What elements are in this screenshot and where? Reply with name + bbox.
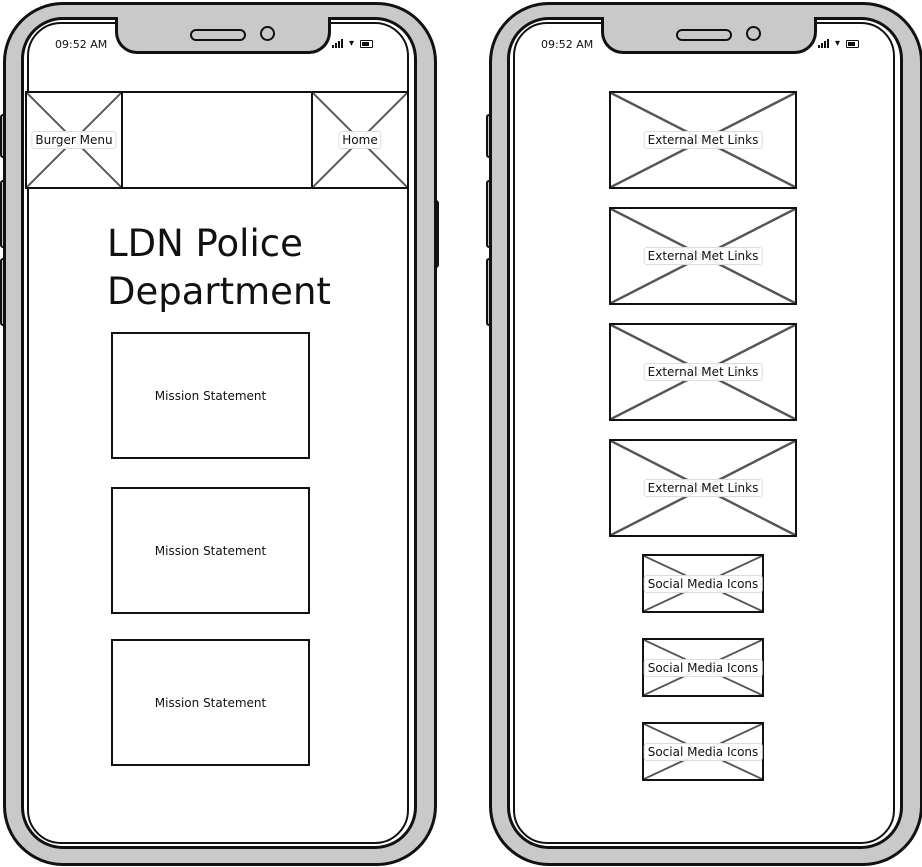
mission-statement-label: Mission Statement — [154, 388, 267, 403]
page-title: LDN Police Department — [107, 220, 331, 316]
social-media-label: Social Media Icons — [643, 658, 763, 677]
social-media-placeholder[interactable]: Social Media Icons — [642, 554, 764, 613]
phone-mockup-home: 09:52 AM ▾ Burger Menu Home LDN Police D… — [0, 2, 439, 866]
phone-mockup-links: 09:52 AM ▾ External Met Links External M… — [486, 2, 922, 866]
home-placeholder[interactable]: Home — [311, 91, 409, 189]
burger-menu-label: Burger Menu — [31, 131, 117, 149]
mission-statement-box: Mission Statement — [111, 487, 310, 614]
external-link-placeholder[interactable]: External Met Links — [609, 91, 797, 189]
header-bar — [121, 91, 313, 189]
social-media-label: Social Media Icons — [643, 742, 763, 761]
wifi-icon: ▾ — [348, 38, 354, 49]
camera-icon — [260, 26, 275, 41]
social-media-label: Social Media Icons — [643, 574, 763, 593]
signal-icon — [331, 39, 343, 48]
external-link-placeholder[interactable]: External Met Links — [609, 207, 797, 305]
signal-icon — [817, 39, 829, 48]
home-label: Home — [338, 131, 382, 149]
battery-icon — [360, 40, 373, 48]
status-icons: ▾ — [331, 38, 373, 49]
social-media-placeholder[interactable]: Social Media Icons — [642, 722, 764, 781]
status-time: 09:52 AM — [541, 38, 594, 51]
mission-statement-box: Mission Statement — [111, 639, 310, 766]
external-link-label: External Met Links — [643, 479, 763, 497]
speaker-icon — [190, 29, 246, 41]
battery-icon — [846, 40, 859, 48]
mission-statement-label: Mission Statement — [154, 543, 267, 558]
mission-statement-label: Mission Statement — [154, 695, 267, 710]
burger-menu-placeholder[interactable]: Burger Menu — [25, 91, 123, 189]
camera-icon — [746, 26, 761, 41]
external-link-label: External Met Links — [643, 363, 763, 381]
external-link-placeholder[interactable]: External Met Links — [609, 323, 797, 421]
social-media-placeholder[interactable]: Social Media Icons — [642, 638, 764, 697]
status-time: 09:52 AM — [55, 38, 108, 51]
external-link-placeholder[interactable]: External Met Links — [609, 439, 797, 537]
page-title-line: Department — [107, 270, 331, 313]
wifi-icon: ▾ — [834, 38, 840, 49]
mission-statement-box: Mission Statement — [111, 332, 310, 459]
external-link-label: External Met Links — [643, 131, 763, 149]
speaker-icon — [676, 29, 732, 41]
page-title-line: LDN Police — [107, 222, 303, 265]
status-icons: ▾ — [817, 38, 859, 49]
external-link-label: External Met Links — [643, 247, 763, 265]
